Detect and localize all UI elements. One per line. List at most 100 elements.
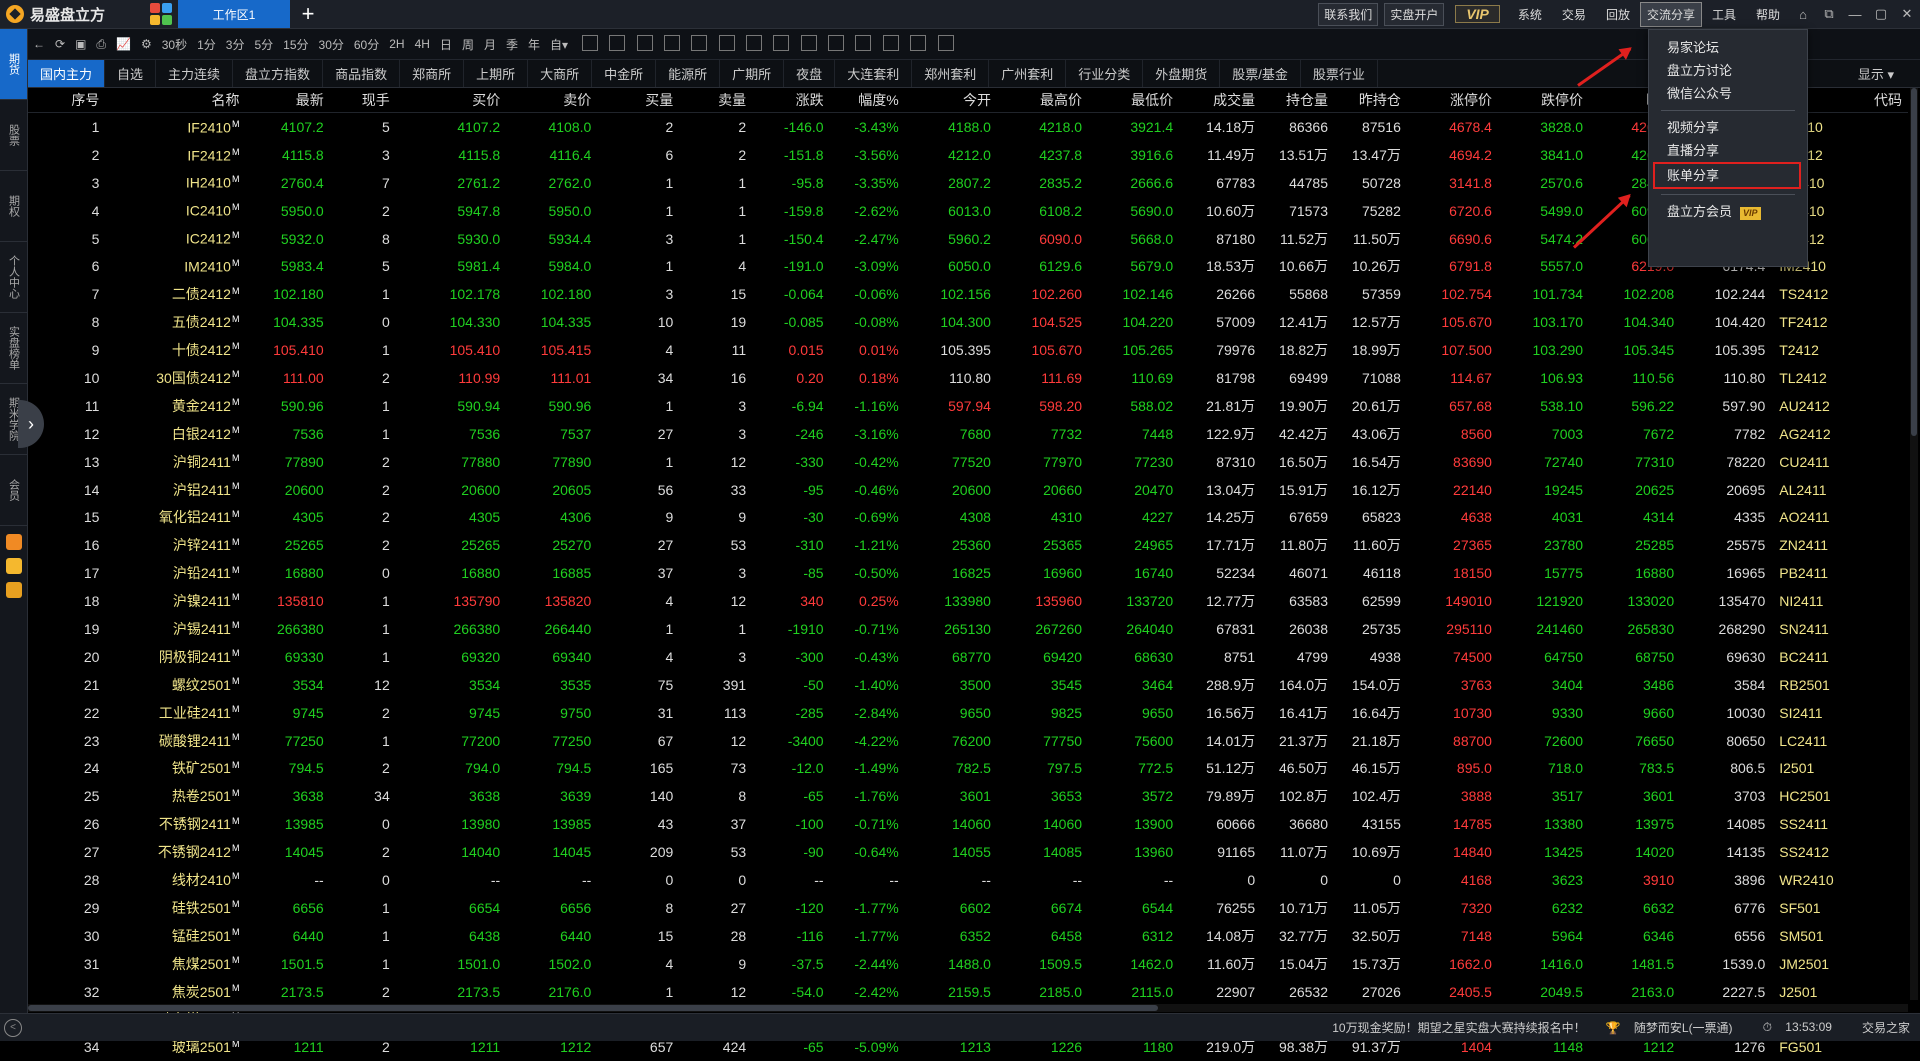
menu-tools[interactable]: 工具 (1702, 6, 1746, 23)
tab-dce[interactable]: 大商所 (528, 60, 592, 87)
tab-stock-fund[interactable]: 股票/基金 (1220, 60, 1301, 87)
column-header[interactable]: 跌停价 (1498, 88, 1589, 113)
sidebar-item-personal[interactable]: 个人中心 (0, 242, 27, 313)
menu-item-forum[interactable]: 易家论坛 (1649, 36, 1807, 59)
horizontal-scroll-thumb[interactable] (28, 1005, 1158, 1011)
table-row[interactable]: 19沪锡2411M266380126638026644011-1910-0.71… (28, 615, 1908, 643)
column-header[interactable]: 昨持仓 (1334, 88, 1407, 113)
table-row[interactable]: 30锰硅2501M64401643864401528-116-1.77%6352… (28, 922, 1908, 950)
menu-share[interactable]: 交流分享 (1640, 2, 1702, 27)
menu-item-plf-discuss[interactable]: 盘立方讨论 (1649, 59, 1807, 82)
table-row[interactable]: 20阴极铜2411M693301693206934043-300-0.43%68… (28, 643, 1908, 671)
chart-icon[interactable]: 📈 (111, 37, 136, 51)
status-news[interactable]: 10万现金奖励！期望之星实盘大赛持续报名中！ (1322, 1019, 1595, 1036)
period-custom[interactable]: 自▾ (545, 36, 573, 53)
live-icon[interactable] (6, 534, 22, 550)
period-year[interactable]: 年 (523, 36, 545, 53)
table-row[interactable]: 26不锈钢2411M13985013980139854337-100-0.71%… (28, 810, 1908, 838)
menu-item-live-share[interactable]: 直播分享 (1649, 139, 1807, 162)
menu-item-video-share[interactable]: 视频分享 (1649, 116, 1807, 139)
menu-item-member[interactable]: 盘立方会员VIP (1649, 200, 1807, 223)
column-header[interactable]: 涨跌 (752, 88, 829, 113)
table-row[interactable]: 12白银2412M7536175367537273-246-3.16%76807… (28, 420, 1908, 448)
table-row[interactable]: 29硅铁2501M6656166546656827-120-1.77%66026… (28, 894, 1908, 922)
table-row[interactable]: 1030国债2412M111.002110.99111.0134160.200.… (28, 364, 1908, 392)
screenshot-icon[interactable] (828, 35, 844, 51)
menu-help[interactable]: 帮助 (1746, 6, 1790, 23)
tab-foreign-futures[interactable]: 外盘期货 (1143, 60, 1220, 87)
horizontal-scrollbar[interactable] (28, 1004, 1908, 1012)
table-row[interactable]: 8五债2412M104.3350104.330104.3351019-0.085… (28, 308, 1908, 336)
line-tool-icon[interactable] (582, 35, 598, 51)
fib-tool-icon[interactable] (691, 35, 707, 51)
headset-icon[interactable] (6, 582, 22, 598)
tab-workspace-1[interactable]: 工作区1 (178, 0, 290, 28)
period-5m[interactable]: 5分 (249, 36, 278, 53)
print-icon[interactable]: ⎙ (91, 37, 111, 52)
app-grid-icon[interactable] (150, 3, 172, 25)
table-row[interactable]: 1IF2410M4107.254107.24108.022-146.0-3.43… (28, 113, 1908, 141)
table-row[interactable]: 27不锈钢2412M140452140401404520953-90-0.64%… (28, 838, 1908, 866)
column-header[interactable]: 成交量 (1179, 88, 1261, 113)
table-row[interactable]: 9十债2412M105.4101105.410105.4154110.0150.… (28, 336, 1908, 364)
menu-system[interactable]: 系统 (1508, 6, 1552, 23)
table-row[interactable]: 25热卷2501M363834363836391408-65-1.76%3601… (28, 782, 1908, 810)
period-day[interactable]: 日 (435, 36, 457, 53)
table-row[interactable]: 23碳酸锂2411M77250177200772506712-3400-4.22… (28, 727, 1908, 755)
column-header[interactable]: 买量 (597, 88, 679, 113)
column-header[interactable]: 序号 (28, 88, 105, 113)
tab-industry[interactable]: 行业分类 (1066, 60, 1143, 87)
table-row[interactable]: 31焦煤2501M1501.511501.01502.049-37.5-2.44… (28, 950, 1908, 978)
menu-item-wechat[interactable]: 微信公众号 (1649, 82, 1807, 105)
period-2h[interactable]: 2H (384, 37, 409, 51)
table-row[interactable]: 16沪锌2411M25265225265252702753-310-1.21%2… (28, 531, 1908, 559)
table-row[interactable]: 21螺纹2501M3534123534353575391-50-1.40%350… (28, 671, 1908, 699)
period-quarter[interactable]: 季 (501, 36, 523, 53)
open-account-button[interactable]: 实盘开户 (1384, 3, 1444, 26)
vip-button[interactable]: VIP (1455, 5, 1500, 23)
column-header[interactable]: 名称 (105, 88, 245, 113)
tab-main-continuous[interactable]: 主力连续 (156, 60, 233, 87)
column-header[interactable]: 最高价 (997, 88, 1088, 113)
vertical-scroll-thumb[interactable] (1911, 88, 1917, 436)
column-header[interactable]: 最新 (245, 88, 329, 113)
circle-tool-icon[interactable] (664, 35, 680, 51)
contact-us-button[interactable]: 联系我们 (1318, 3, 1378, 26)
column-header[interactable]: 持仓量 (1261, 88, 1334, 113)
add-workspace-button[interactable]: + (290, 1, 326, 27)
sidebar-item-stocks[interactable]: 股票 (0, 100, 27, 171)
bell-icon[interactable] (746, 35, 762, 51)
lock-icon[interactable] (773, 35, 789, 51)
table-row[interactable]: 22工业硅2411M974529745975031113-285-2.84%96… (28, 699, 1908, 727)
period-1m[interactable]: 1分 (192, 36, 221, 53)
settings-icon[interactable]: ⚙ (136, 37, 157, 51)
table-row[interactable]: 15氧化铝2411M430524305430699-30-0.69%430843… (28, 503, 1908, 531)
tab-czce[interactable]: 郑商所 (400, 60, 464, 87)
period-15m[interactable]: 15分 (278, 36, 313, 53)
period-week[interactable]: 周 (457, 36, 479, 53)
home-icon[interactable]: ⌂ (1790, 7, 1816, 22)
back-circle-icon[interactable]: < (4, 1019, 22, 1037)
tab-zhengzhou-arb[interactable]: 郑州套利 (912, 60, 989, 87)
column-header[interactable]: 涨停价 (1407, 88, 1498, 113)
rect-tool-icon[interactable] (637, 35, 653, 51)
menu-replay[interactable]: 回放 (1596, 6, 1640, 23)
period-3m[interactable]: 3分 (221, 36, 250, 53)
tab-night[interactable]: 夜盘 (784, 60, 835, 87)
gallery-icon[interactable] (883, 35, 899, 51)
edit-icon[interactable] (910, 35, 926, 51)
table-row[interactable]: 32焦炭2501M2173.522173.52176.0112-54.0-2.4… (28, 978, 1908, 1006)
back-icon[interactable]: ← (28, 37, 50, 51)
menu-trade[interactable]: 交易 (1552, 6, 1596, 23)
display-menu[interactable]: 显示 ▾ (1858, 60, 1920, 87)
maximize-icon[interactable]: ▢ (1868, 6, 1894, 22)
sidebar-item-futures[interactable]: 期货 (0, 29, 27, 100)
flash-icon[interactable] (6, 558, 22, 574)
tab-shfe[interactable]: 上期所 (464, 60, 528, 87)
restore-layout-icon[interactable]: ⧉ (1816, 6, 1842, 22)
table-row[interactable]: 6IM2410M5983.455981.45984.014-191.0-3.09… (28, 252, 1908, 280)
column-header[interactable]: 今开 (905, 88, 997, 113)
filter-icon[interactable] (938, 35, 954, 51)
column-header[interactable]: 卖价 (506, 88, 597, 113)
tab-guangzhou-arb[interactable]: 广州套利 (989, 60, 1066, 87)
